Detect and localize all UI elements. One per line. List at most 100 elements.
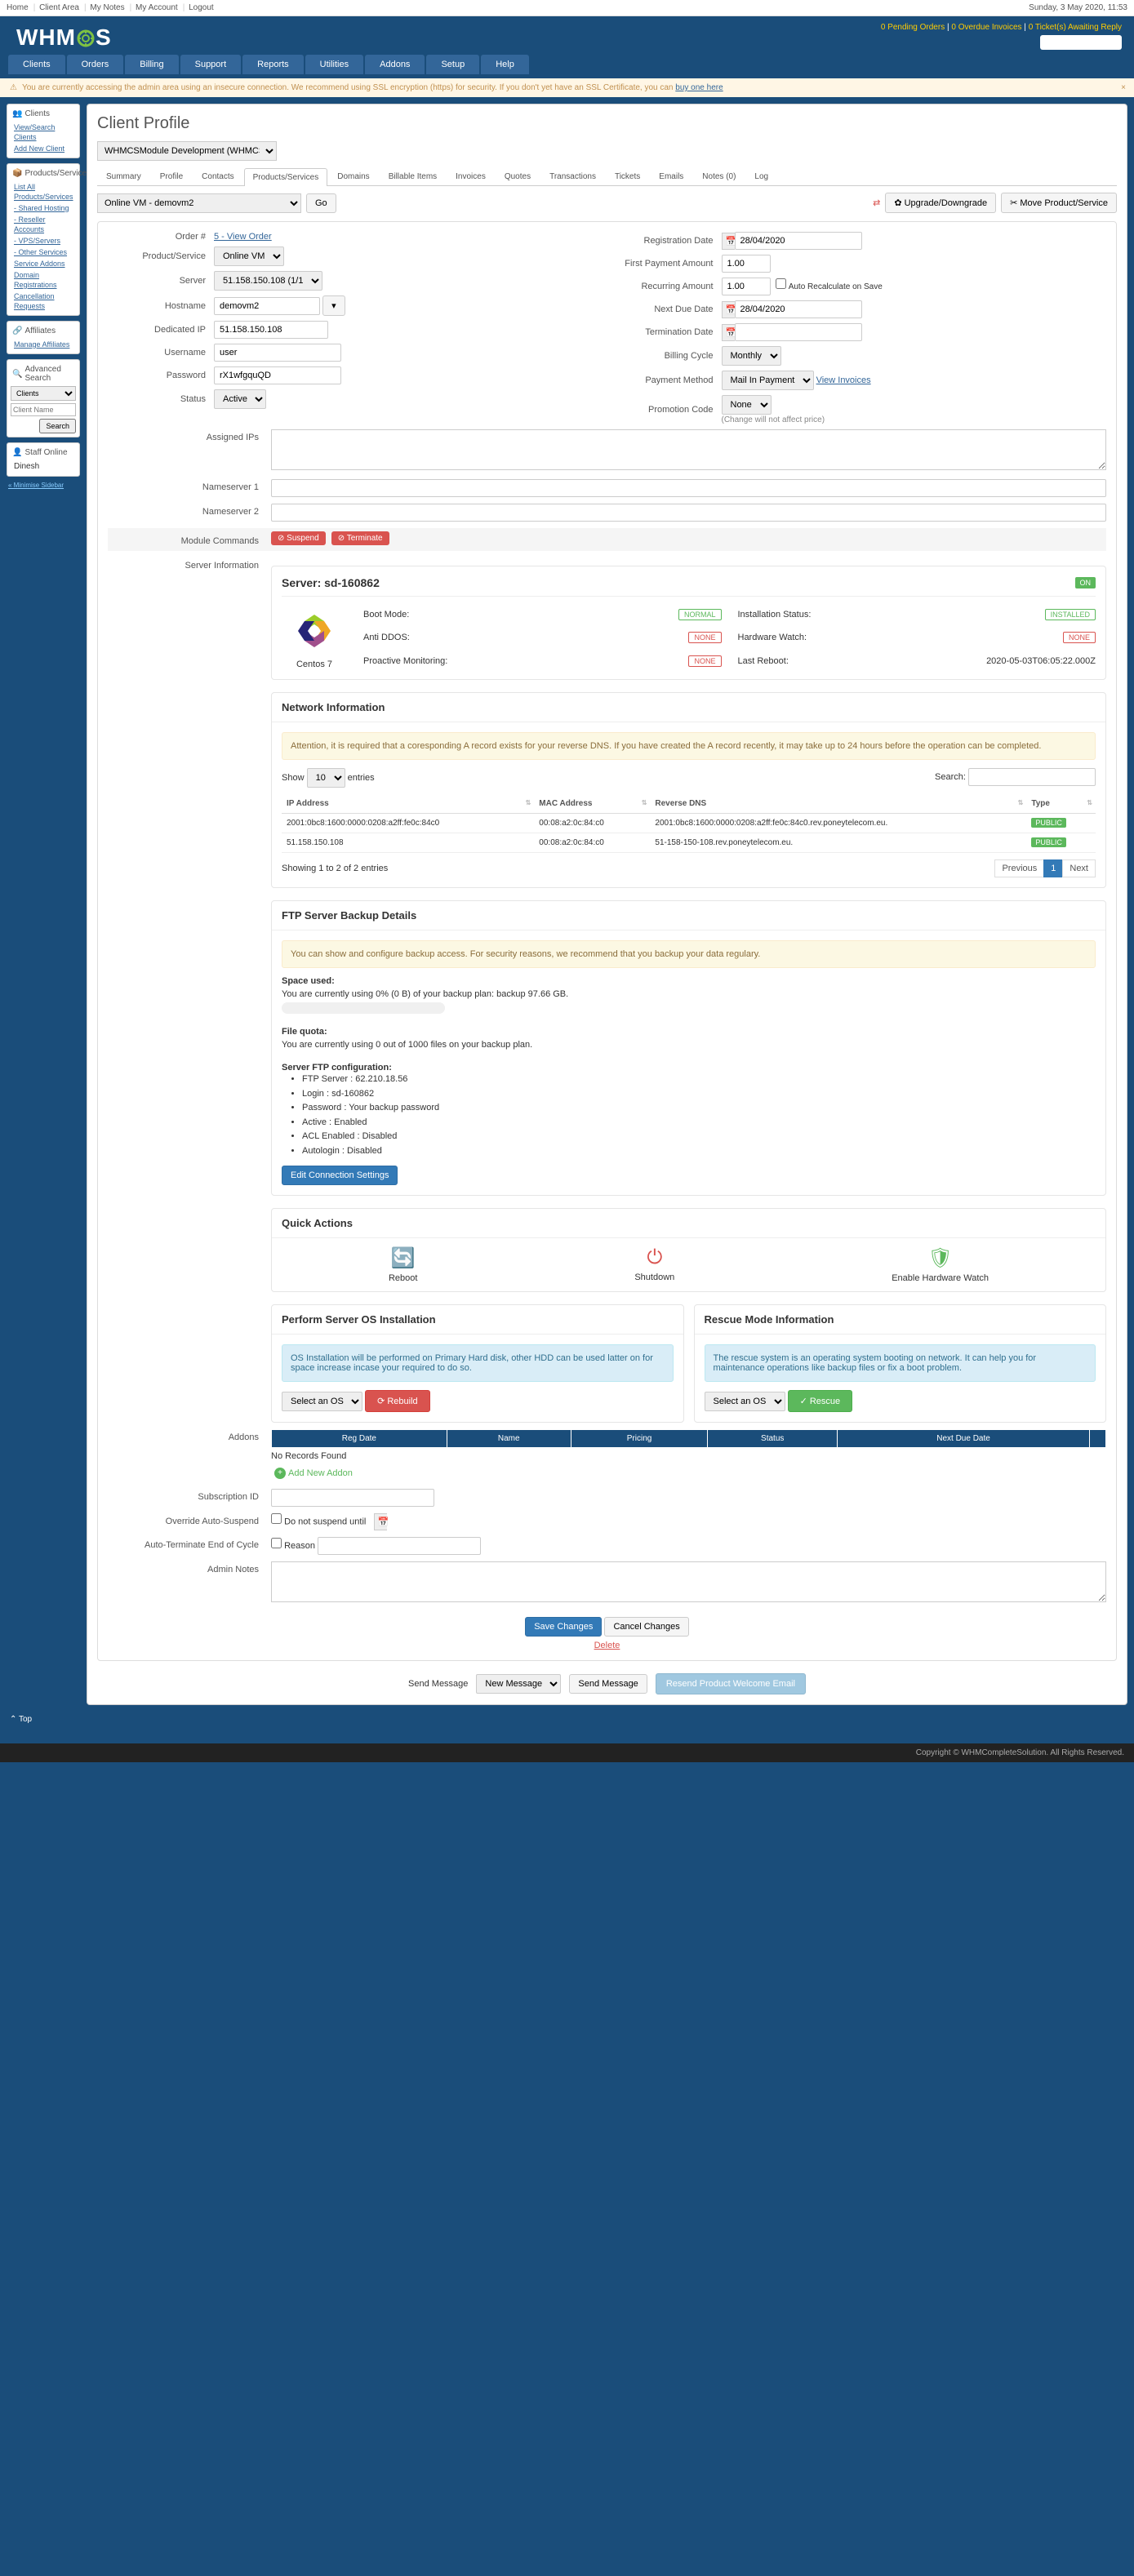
rescue-button[interactable]: ✓ Rescue <box>788 1390 853 1412</box>
payment-select[interactable]: Mail In Payment <box>722 371 814 390</box>
tab-log[interactable]: Log <box>745 167 777 185</box>
ip-input[interactable] <box>214 321 328 339</box>
save-button[interactable]: Save Changes <box>525 1617 602 1637</box>
duedate-input[interactable] <box>735 300 862 318</box>
reboot-action[interactable]: 🔄Reboot <box>389 1246 417 1283</box>
search-name-input[interactable] <box>11 403 76 416</box>
recurring-input[interactable] <box>722 278 771 295</box>
terminate-reason-input[interactable] <box>318 1537 481 1555</box>
tab-emails[interactable]: Emails <box>650 167 692 185</box>
terminate-button[interactable]: ⊘ Terminate <box>331 531 389 545</box>
service-select[interactable]: Online VM - demovm2 <box>97 193 301 213</box>
topnav-myaccount[interactable]: My Account <box>136 3 178 12</box>
col-rdns[interactable]: Reverse DNS <box>650 794 1026 814</box>
page-prev[interactable]: Previous <box>994 859 1044 877</box>
upgrade-button[interactable]: ✿ Upgrade/Downgrade <box>885 193 996 213</box>
password-input[interactable] <box>214 366 341 384</box>
sidebar-view-clients[interactable]: View/Search Clients <box>14 123 55 141</box>
first-payment-input[interactable] <box>722 255 771 273</box>
tab-products[interactable]: Products/Services <box>244 168 328 186</box>
ns1-input[interactable] <box>271 479 1106 497</box>
server-select[interactable]: 51.158.150.108 (1/1 <box>214 271 322 291</box>
tab-notes[interactable]: Notes (0) <box>693 167 745 185</box>
ns2-input[interactable] <box>271 504 1106 522</box>
topnav-home[interactable]: Home <box>7 3 29 12</box>
go-button[interactable]: Go <box>306 193 336 213</box>
product-select[interactable]: Online VM <box>214 246 284 266</box>
subscription-input[interactable] <box>271 1489 434 1507</box>
rescue-os-select[interactable]: Select an OS <box>705 1392 785 1411</box>
nav-addons[interactable]: Addons <box>365 55 425 74</box>
sidebar-search-button[interactable]: Search <box>39 419 76 433</box>
order-link[interactable]: 5 - View Order <box>214 232 272 242</box>
resend-welcome-button[interactable]: Resend Product Welcome Email <box>656 1673 806 1694</box>
tab-transactions[interactable]: Transactions <box>540 167 605 185</box>
cycle-select[interactable]: Monthly <box>722 346 781 366</box>
message-select[interactable]: New Message <box>476 1674 561 1694</box>
suspend-button[interactable]: ⊘ Suspend <box>271 531 326 545</box>
tab-domains[interactable]: Domains <box>328 167 378 185</box>
add-addon-button[interactable]: + Add New Addon <box>271 1464 356 1482</box>
auto-terminate-checkbox[interactable] <box>271 1538 282 1548</box>
edit-ftp-button[interactable]: Edit Connection Settings <box>282 1166 398 1185</box>
cancel-button[interactable]: Cancel Changes <box>604 1617 688 1637</box>
top-link[interactable]: ⌃ Top <box>0 1712 42 1727</box>
nav-help[interactable]: Help <box>481 55 529 74</box>
global-search-input[interactable] <box>1045 38 1117 47</box>
termdate-input[interactable] <box>735 323 862 341</box>
tab-summary[interactable]: Summary <box>97 167 150 185</box>
tab-quotes[interactable]: Quotes <box>496 167 540 185</box>
transfer-icon[interactable]: ⇄ <box>873 198 880 208</box>
page-next[interactable]: Next <box>1062 859 1096 877</box>
sidebar-add-client[interactable]: Add New Client <box>14 144 64 153</box>
calendar-icon[interactable]: 📅 <box>374 1513 387 1530</box>
nav-clients[interactable]: Clients <box>8 55 65 74</box>
topnav-mynotes[interactable]: My Notes <box>90 3 124 12</box>
perpage-select[interactable]: 10 <box>307 768 345 788</box>
search-type-select[interactable]: Clients <box>11 386 76 401</box>
auto-recalc-checkbox[interactable] <box>776 278 786 289</box>
logo[interactable]: WHMS <box>8 20 120 55</box>
col-ip[interactable]: IP Address <box>282 794 534 814</box>
client-select[interactable]: WHMCSModule Development (WHMCSModule Net… <box>97 141 277 161</box>
topnav-clientarea[interactable]: Client Area <box>39 3 79 12</box>
override-suspend-checkbox[interactable] <box>271 1513 282 1524</box>
tab-tickets[interactable]: Tickets <box>606 167 649 185</box>
col-type[interactable]: Type <box>1026 794 1096 814</box>
nav-utilities[interactable]: Utilities <box>305 55 363 74</box>
send-message-button[interactable]: Send Message <box>569 1674 647 1694</box>
global-search[interactable] <box>1040 35 1122 50</box>
col-mac[interactable]: MAC Address <box>534 794 650 814</box>
username-input[interactable] <box>214 344 341 362</box>
nav-support[interactable]: Support <box>180 55 242 74</box>
nav-billing[interactable]: Billing <box>125 55 178 74</box>
status-select[interactable]: Active <box>214 389 266 409</box>
buy-ssl-link[interactable]: buy one here <box>675 83 723 92</box>
os-select[interactable]: Select an OS <box>282 1392 362 1411</box>
tab-invoices[interactable]: Invoices <box>447 167 495 185</box>
tab-billable[interactable]: Billable Items <box>380 167 446 185</box>
page-1[interactable]: 1 <box>1043 859 1063 877</box>
minimise-sidebar[interactable]: « Minimise Sidebar <box>8 482 80 489</box>
admin-notes-textarea[interactable] <box>271 1561 1106 1602</box>
promo-select[interactable]: None <box>722 395 772 415</box>
assigned-ips-textarea[interactable] <box>271 429 1106 470</box>
hwwatch-action[interactable]: 🛡Enable Hardware Watch <box>892 1246 989 1283</box>
close-warning-icon[interactable]: × <box>1121 83 1126 92</box>
rebuild-button[interactable]: ⟳ Rebuild <box>365 1390 430 1412</box>
move-button[interactable]: ✂ Move Product/Service <box>1001 193 1117 213</box>
topnav-logout[interactable]: Logout <box>189 3 214 12</box>
regdate-input[interactable] <box>735 232 862 250</box>
view-invoices-link[interactable]: View Invoices <box>816 375 871 385</box>
hostname-dropdown[interactable]: ▾ <box>322 295 345 316</box>
nav-setup[interactable]: Setup <box>426 55 479 74</box>
tab-profile[interactable]: Profile <box>151 167 192 185</box>
shutdown-action[interactable]: ⏻Shutdown <box>634 1246 674 1283</box>
table-row: 2001:0bc8:1600:0000:0208:a2ff:fe0c:84c00… <box>282 814 1096 833</box>
nav-reports[interactable]: Reports <box>242 55 304 74</box>
nav-orders[interactable]: Orders <box>67 55 124 74</box>
table-search-input[interactable] <box>968 768 1096 786</box>
hostname-input[interactable] <box>214 297 320 315</box>
delete-link[interactable]: Delete <box>108 1641 1106 1650</box>
tab-contacts[interactable]: Contacts <box>193 167 242 185</box>
